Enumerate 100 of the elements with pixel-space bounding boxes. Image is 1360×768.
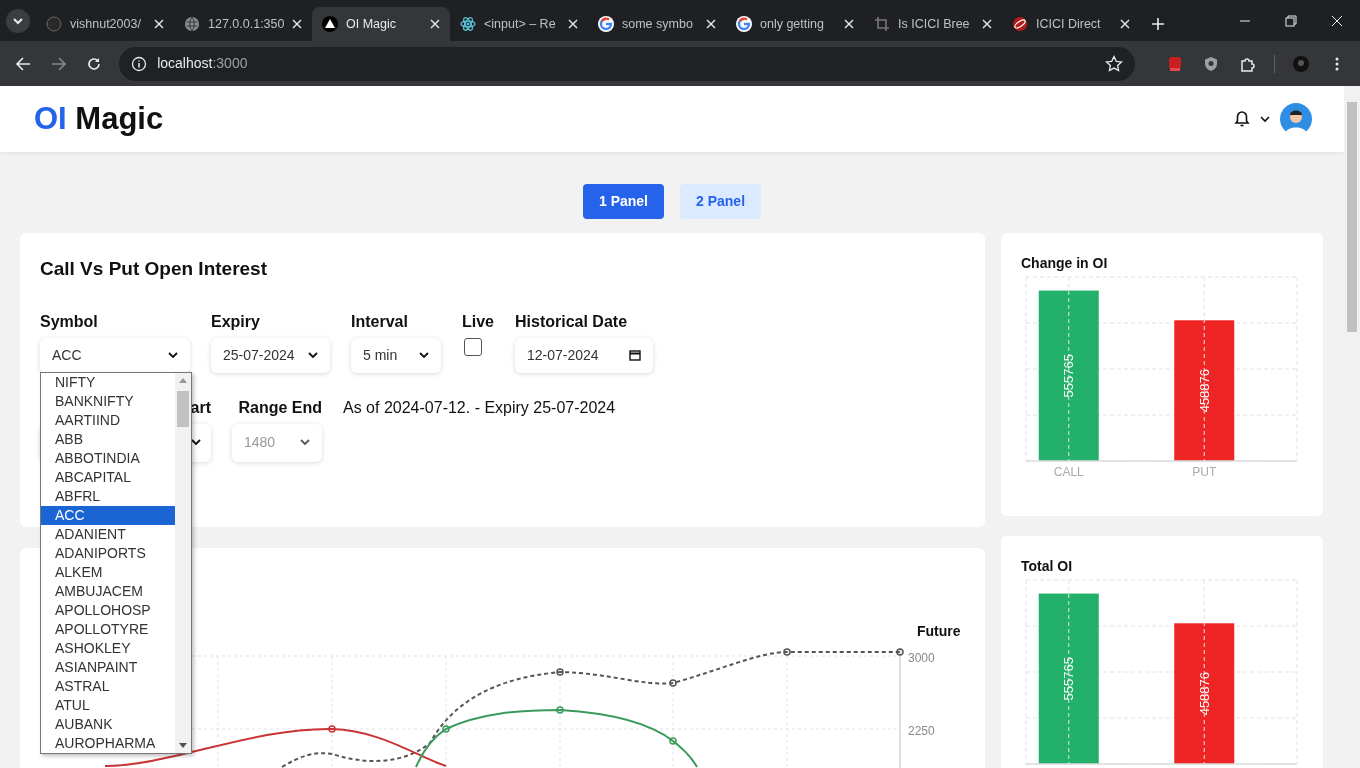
dropdown-option[interactable]: ATUL xyxy=(41,696,175,715)
select-field[interactable]: 25-07-2024 xyxy=(211,337,330,373)
scrollbar-thumb[interactable] xyxy=(177,391,189,427)
checkbox[interactable] xyxy=(464,337,482,356)
chevron-down-icon[interactable] xyxy=(1260,115,1270,123)
select-field[interactable]: 5 min xyxy=(351,337,441,373)
select-field[interactable]: ACC xyxy=(40,337,190,373)
browser-tab[interactable]: some symbo xyxy=(588,7,726,41)
new-tab-icon[interactable] xyxy=(1151,17,1165,31)
app-logo: OI Magic xyxy=(34,99,164,138)
browser-tab[interactable]: vishnut2003/ xyxy=(36,7,174,41)
data-label: 555765 xyxy=(1061,657,1077,701)
dropdown-option[interactable]: ADANIPORTS xyxy=(41,544,175,563)
browser-tab[interactable]: only getting xyxy=(726,7,864,41)
dropdown-option[interactable]: ASHOKLEY xyxy=(41,639,175,658)
tab-title: ICICI Direct xyxy=(1036,15,1102,33)
date-field[interactable]: 12-07-2024 xyxy=(515,337,653,373)
address-bar[interactable]: localhost:3000 xyxy=(119,46,1135,81)
dropdown-option[interactable]: ASIANPAINT xyxy=(41,658,175,677)
data-label: 458876 xyxy=(1196,368,1212,413)
close-icon[interactable] xyxy=(430,19,440,29)
dropdown-option[interactable]: APOLLOTYRE xyxy=(41,620,175,639)
tab-title: Is ICICI Bree xyxy=(898,15,971,33)
reload-icon[interactable] xyxy=(86,55,103,72)
browser-tab[interactable]: 127.0.0.1:350 xyxy=(174,7,312,41)
data-label: 458876 xyxy=(1196,671,1212,716)
dropdown-option[interactable]: ABFRL xyxy=(41,487,175,506)
browser-tab[interactable]: ICICI Direct xyxy=(1002,7,1140,41)
extension-badge-icon[interactable] xyxy=(1167,55,1184,72)
tab-title: some symbo xyxy=(622,15,694,33)
close-icon[interactable] xyxy=(706,19,716,29)
globe-icon xyxy=(184,16,200,32)
field-label: Live xyxy=(462,311,494,330)
close-icon[interactable] xyxy=(568,19,578,29)
axis-label: PUT xyxy=(1192,465,1217,479)
dropdown-option[interactable]: ASTRAL xyxy=(41,677,175,696)
url-text: localhost:3000 xyxy=(157,54,249,73)
close-icon[interactable] xyxy=(292,19,302,29)
scrollbar-thumb[interactable] xyxy=(1347,102,1357,332)
field-label: Expiry xyxy=(211,311,261,330)
field-label: Symbol xyxy=(40,311,99,330)
dropdown-option[interactable]: ABBOTINDIA xyxy=(41,449,175,468)
chart-title: Change in OI xyxy=(1020,254,1109,273)
tab-title: <input> – Re xyxy=(484,15,557,33)
circle-icon xyxy=(46,16,62,32)
restore-icon[interactable] xyxy=(1285,14,1297,27)
scrollbar[interactable] xyxy=(175,373,191,753)
dropdown-option[interactable]: AARTIIND xyxy=(41,411,175,430)
dropdown-option[interactable]: ABCAPITAL xyxy=(41,468,175,487)
tab-title: vishnut2003/ xyxy=(70,15,142,33)
scrollbar[interactable] xyxy=(1344,86,1360,768)
scroll-down-icon[interactable] xyxy=(179,743,187,748)
dropdown-option[interactable]: ADANIENT xyxy=(41,525,175,544)
back-icon[interactable] xyxy=(14,55,31,72)
dropdown-option[interactable]: ALKEM xyxy=(41,563,175,582)
avatar-icon[interactable] xyxy=(1280,103,1312,135)
dropdown-option[interactable]: ACC xyxy=(41,506,175,525)
axis-label: CALL xyxy=(1053,465,1084,479)
panel-toggle-button[interactable]: 1 Panel xyxy=(582,184,664,219)
close-icon[interactable] xyxy=(1331,14,1343,27)
dropdown-option[interactable]: BANKNIFTY xyxy=(41,392,175,411)
tab-title: only getting xyxy=(760,15,825,33)
axis-tick-label: 3000 xyxy=(908,650,935,667)
shield-icon[interactable] xyxy=(1203,55,1220,72)
close-icon[interactable] xyxy=(1120,19,1130,29)
atom-icon xyxy=(460,16,476,32)
tab-title: OI Magic xyxy=(346,15,397,33)
browser-tab[interactable]: Is ICICI Bree xyxy=(864,7,1002,41)
tab-search-button[interactable] xyxy=(6,8,30,33)
close-icon[interactable] xyxy=(154,19,164,29)
info-icon[interactable] xyxy=(131,55,148,72)
ring-icon xyxy=(736,16,752,32)
crop-icon xyxy=(874,16,890,32)
axis-tick-label: 2250 xyxy=(908,723,935,740)
browser-tab[interactable]: OI Magic xyxy=(312,7,450,41)
dropdown-option[interactable]: APOLLOHOSP xyxy=(41,601,175,620)
dropdown-option[interactable]: AMBUJACEM xyxy=(41,582,175,601)
field-label: art xyxy=(190,397,211,416)
dropdown-option[interactable]: NIFTY xyxy=(41,373,175,392)
forward-icon[interactable] xyxy=(50,55,67,72)
bell-icon[interactable] xyxy=(1234,110,1250,128)
chart-title: Total OI xyxy=(1020,557,1074,576)
profile-avatar-icon[interactable] xyxy=(1293,55,1310,72)
star-icon[interactable] xyxy=(1104,54,1123,73)
chevron-down-icon xyxy=(419,351,429,359)
dropdown-option[interactable]: ABB xyxy=(41,430,175,449)
browser-tab[interactable]: <input> – Re xyxy=(450,7,588,41)
summary-text: As of 2024-07-12. - Expiry 25-07-2024 xyxy=(343,397,616,416)
chevron-down-icon xyxy=(191,439,201,446)
puzzle-icon[interactable] xyxy=(1238,55,1255,72)
calendar-icon[interactable] xyxy=(629,349,641,361)
field-label: Historical Date xyxy=(515,311,629,330)
dropdown-option[interactable]: AUROPHARMA xyxy=(41,734,175,753)
dropdown-option[interactable]: AUBANK xyxy=(41,715,175,734)
close-icon[interactable] xyxy=(844,19,854,29)
data-label: 555765 xyxy=(1061,354,1077,398)
chevron-down-icon xyxy=(168,351,178,359)
axis-title: Future xyxy=(917,622,961,641)
panel-toggle-button[interactable]: 2 Panel xyxy=(680,184,762,219)
close-icon[interactable] xyxy=(982,19,992,29)
